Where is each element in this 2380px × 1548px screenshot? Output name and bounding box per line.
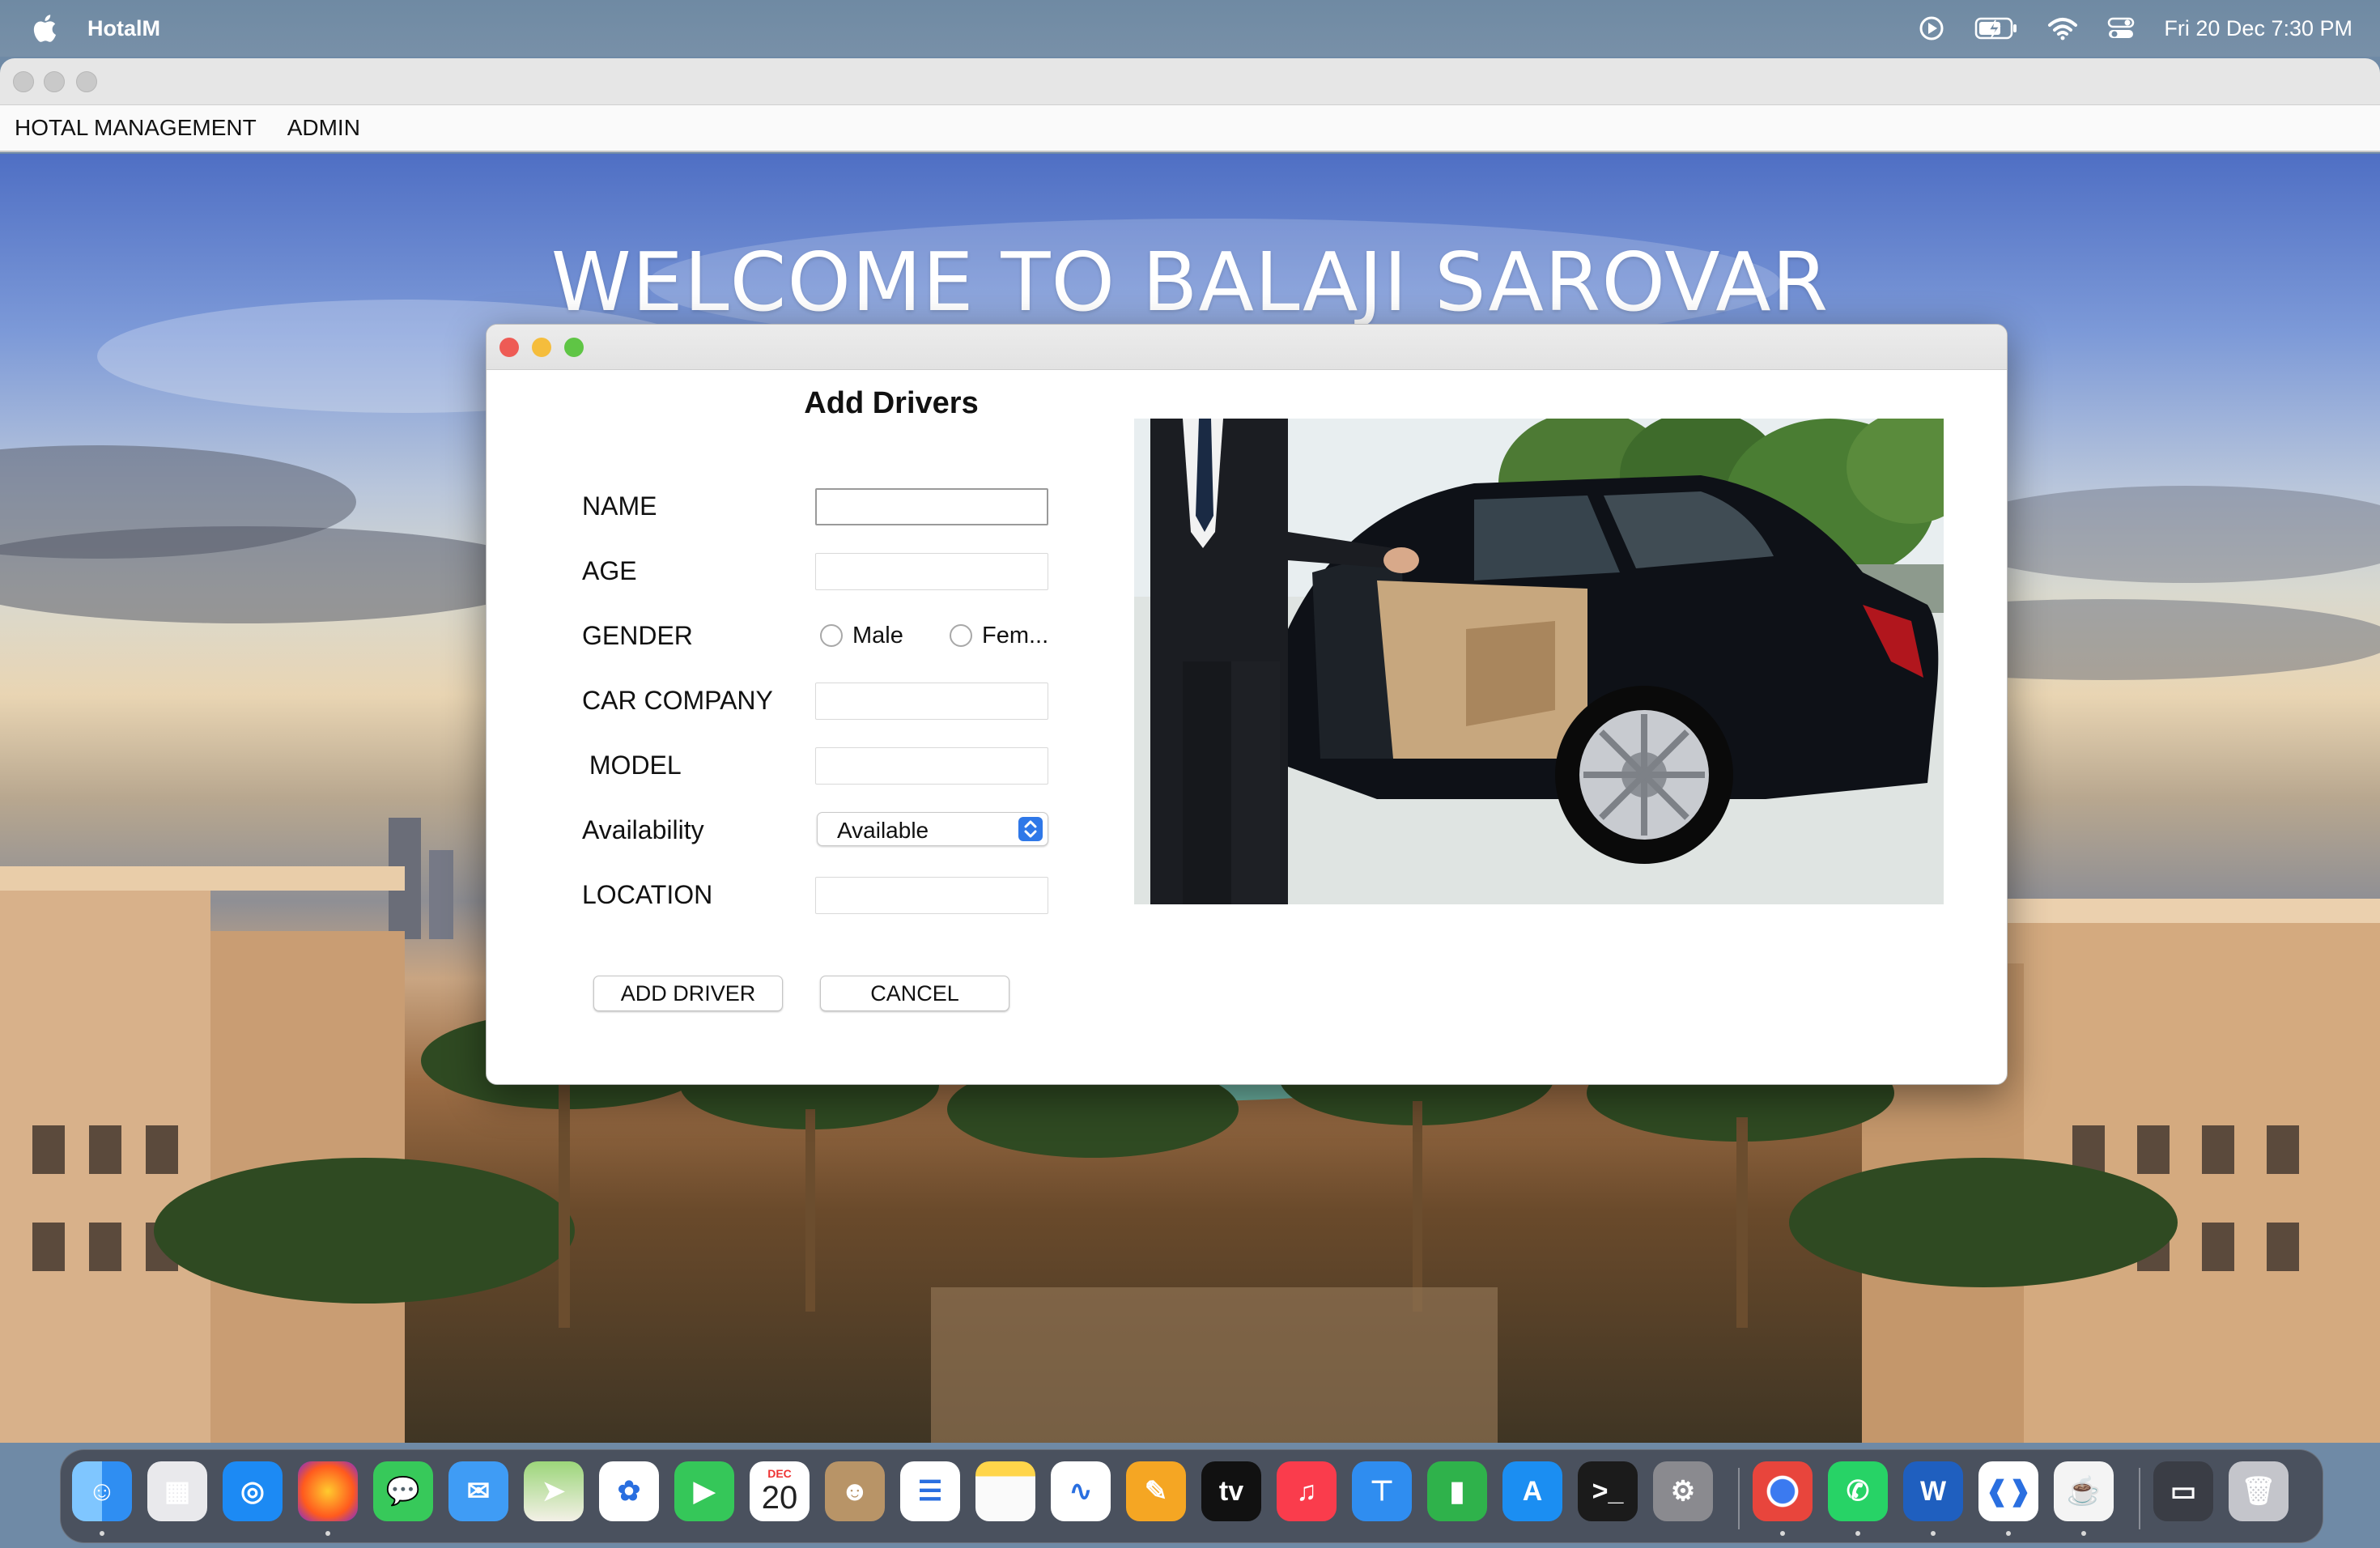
- active-app-name[interactable]: HotalM: [87, 16, 160, 41]
- name-label: NAME: [582, 491, 657, 521]
- trash-icon[interactable]: 🗑: [2229, 1461, 2289, 1521]
- add-driver-button[interactable]: ADD DRIVER: [593, 976, 783, 1011]
- play-circle-icon[interactable]: [1916, 13, 1947, 44]
- system-settings-icon[interactable]: ⚙: [1653, 1461, 1713, 1521]
- running-indicator: [1931, 1531, 1936, 1536]
- dock-separator: [1738, 1468, 1740, 1529]
- chrome-icon[interactable]: [1753, 1461, 1813, 1521]
- reminders-icon[interactable]: ☰: [900, 1461, 960, 1521]
- apple-tv-icon[interactable]: tv: [1201, 1461, 1261, 1521]
- photos-icon[interactable]: ✿: [599, 1461, 659, 1521]
- apple-logo-icon[interactable]: [32, 15, 57, 42]
- app-store-icon[interactable]: A: [1502, 1461, 1562, 1521]
- control-center-icon[interactable]: [2106, 13, 2136, 44]
- battery-charging-icon[interactable]: [1974, 13, 2020, 44]
- chevron-up-down-icon: [1018, 817, 1043, 841]
- cancel-button[interactable]: CANCEL: [820, 976, 1009, 1011]
- word-icon[interactable]: W: [1903, 1461, 1963, 1521]
- gender-female-label[interactable]: Fem...: [982, 623, 1048, 649]
- age-label: AGE: [582, 556, 637, 585]
- calendar-month: DEC: [767, 1467, 792, 1480]
- dialog-minimize-button[interactable]: [532, 338, 551, 357]
- facetime-icon[interactable]: ▶: [674, 1461, 734, 1521]
- terminal-icon[interactable]: >_: [1578, 1461, 1638, 1521]
- contacts-icon[interactable]: ☻: [825, 1461, 885, 1521]
- finder-icon[interactable]: ☺: [72, 1461, 132, 1521]
- downloads-stack-icon[interactable]: ▭: [2153, 1461, 2213, 1521]
- location-label: LOCATION: [582, 880, 713, 909]
- gender-male-radio[interactable]: [820, 624, 843, 647]
- name-field[interactable]: [815, 488, 1048, 525]
- wifi-icon[interactable]: [2047, 13, 2078, 44]
- running-indicator: [2006, 1531, 2011, 1536]
- mail-icon[interactable]: ✉: [448, 1461, 508, 1521]
- messages-icon[interactable]: 💬: [373, 1461, 433, 1521]
- availability-select[interactable]: Available: [817, 812, 1048, 846]
- add-drivers-dialog: Add Drivers NAME AGE GENDER Male Fem... …: [486, 324, 2008, 1085]
- dialog-title: Add Drivers: [804, 386, 979, 420]
- dialog-zoom-button[interactable]: [564, 338, 584, 357]
- firefox-icon[interactable]: [298, 1461, 358, 1521]
- maps-icon[interactable]: ➤: [524, 1461, 584, 1521]
- running-indicator: [100, 1531, 104, 1536]
- menu-hotal-management[interactable]: HOTAL MANAGEMENT: [15, 115, 257, 141]
- car-company-label: CAR COMPANY: [582, 686, 773, 715]
- calendar-day: 20: [761, 1480, 798, 1516]
- safari-icon[interactable]: ◎: [223, 1461, 283, 1521]
- whatsapp-icon[interactable]: ✆: [1828, 1461, 1888, 1521]
- dialog-close-button[interactable]: [499, 338, 519, 357]
- running-indicator: [1780, 1531, 1785, 1536]
- system-menu-bar: HotalM Fri 20 Dec 7:30 PM: [0, 0, 2380, 57]
- gender-label: GENDER: [582, 621, 693, 650]
- availability-label: Availability: [582, 815, 704, 844]
- gender-male-label[interactable]: Male: [852, 623, 903, 649]
- freeform-icon[interactable]: ∿: [1051, 1461, 1111, 1521]
- launchpad-icon[interactable]: ▦: [147, 1461, 207, 1521]
- keynote-icon[interactable]: ⊤: [1352, 1461, 1412, 1521]
- chauffeur-car-image: [1134, 419, 1944, 904]
- vscode-icon[interactable]: ❰❱: [1978, 1461, 2038, 1521]
- menu-admin[interactable]: ADMIN: [287, 115, 360, 141]
- availability-selected-value: Available: [837, 818, 929, 843]
- running-indicator: [1855, 1531, 1860, 1536]
- menu-bar-clock[interactable]: Fri 20 Dec 7:30 PM: [2164, 16, 2352, 41]
- model-field[interactable]: [815, 747, 1048, 785]
- dialog-title-bar[interactable]: [487, 325, 2007, 370]
- running-indicator: [2081, 1531, 2086, 1536]
- car-company-field[interactable]: [815, 683, 1048, 720]
- music-icon[interactable]: ♫: [1277, 1461, 1337, 1521]
- status-area: Fri 20 Dec 7:30 PM: [1916, 0, 2352, 57]
- welcome-heading: WELCOME TO BALAJI SAROVAR: [550, 235, 1830, 330]
- java-icon[interactable]: ☕: [2054, 1461, 2114, 1521]
- location-field[interactable]: [815, 877, 1048, 914]
- running-indicator: [325, 1531, 330, 1536]
- dock-separator: [2139, 1468, 2140, 1529]
- notes-icon[interactable]: [975, 1461, 1035, 1521]
- model-label: MODEL: [582, 751, 682, 780]
- window-title-bar[interactable]: [0, 58, 2380, 105]
- calendar-icon[interactable]: DEC 20: [750, 1461, 810, 1521]
- dock: ☺ ▦ ◎ 💬 ✉ ➤ ✿ ▶ DEC 20 ☻ ☰ ∿ ✎ tv ♫ ⊤ ▮ A >_ ⚙ ✆ W ❰❱ ☕ ▭ 🗑: [60, 1449, 2323, 1543]
- app-menu-bar: HOTAL MANAGEMENT ADMIN: [0, 105, 2380, 152]
- window-minimize-button[interactable]: [44, 71, 65, 92]
- age-field[interactable]: [815, 553, 1048, 590]
- pages-icon[interactable]: ✎: [1126, 1461, 1186, 1521]
- numbers-icon[interactable]: ▮: [1427, 1461, 1487, 1521]
- window-zoom-button[interactable]: [76, 71, 97, 92]
- window-close-button[interactable]: [13, 71, 34, 92]
- gender-female-radio[interactable]: [950, 624, 972, 647]
